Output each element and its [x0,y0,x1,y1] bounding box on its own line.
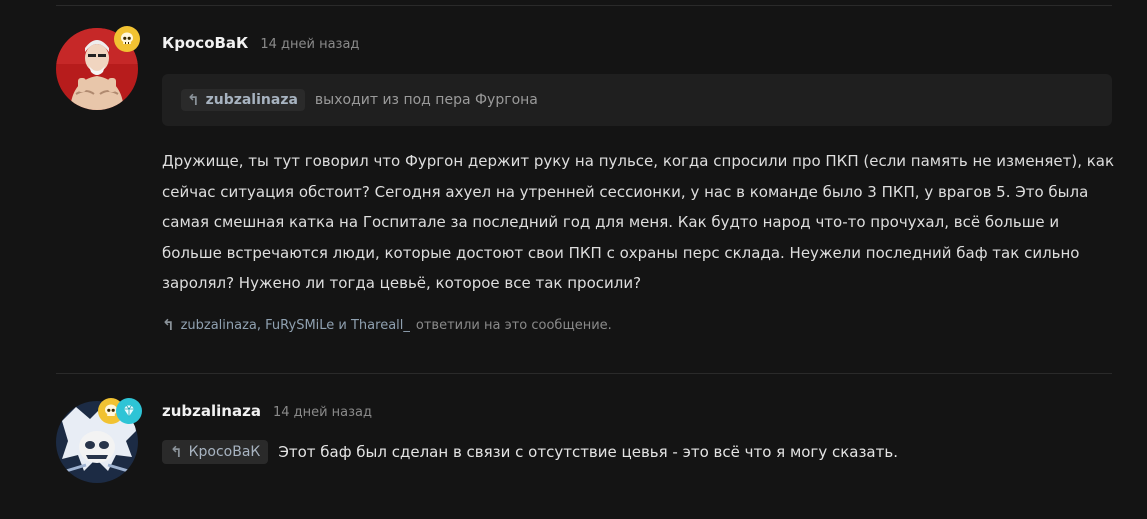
skull-badge-icon [114,26,140,52]
diamond-icon [124,405,134,417]
avatar-container[interactable] [56,26,146,118]
message-line: ↰ КросоВаК Этот баф был сделан в связи с… [162,440,898,464]
avatar-container[interactable] [56,398,146,488]
replies-summary: ↰ zubzalinaza, FuRySMiLe и Thareall_ отв… [162,316,612,334]
replies-suffix: ответили на это сообщение. [415,318,612,333]
diamond-badge-icon [116,398,142,424]
skull-icon [121,32,133,44]
reply-mention[interactable]: ↰ КросоВаК [162,440,269,464]
comment-post: zubzalinaza 14 дней назад ↰ КросоВаК Это… [0,374,1147,519]
reply-arrow-icon: ↰ [187,90,200,109]
post-time[interactable]: 14 дней назад [260,37,359,52]
author-line: zubzalinaza 14 дней назад [162,402,372,420]
reply-arrow-icon: ↰ [170,442,183,461]
comment-post: КросоВаК 14 дней назад ↰ zubzalinaza вых… [0,0,1147,373]
quote-box[interactable]: ↰ zubzalinaza выходит из под пера Фургон… [162,74,1112,126]
author-line: КросоВаК 14 дней назад [162,34,359,52]
post-time[interactable]: 14 дней назад [273,405,372,420]
message-body: Дружище, ты тут говорил что Фургон держи… [162,152,1115,292]
message-body: Этот баф был сделан в связи с отсутствие… [278,443,898,461]
reply-mention-name: КросоВаК [188,444,261,460]
quote-mention[interactable]: ↰ zubzalinaza [181,89,305,111]
author-name[interactable]: zubzalinaza [162,402,261,420]
author-name[interactable]: КросоВаК [162,34,248,52]
replies-names[interactable]: zubzalinaza, FuRySMiLe и Thareall_ [181,318,410,333]
quote-text: выходит из под пера Фургона [314,92,538,108]
reply-arrow-icon: ↰ [162,316,175,334]
quote-mention-name: zubzalinaza [205,92,298,108]
